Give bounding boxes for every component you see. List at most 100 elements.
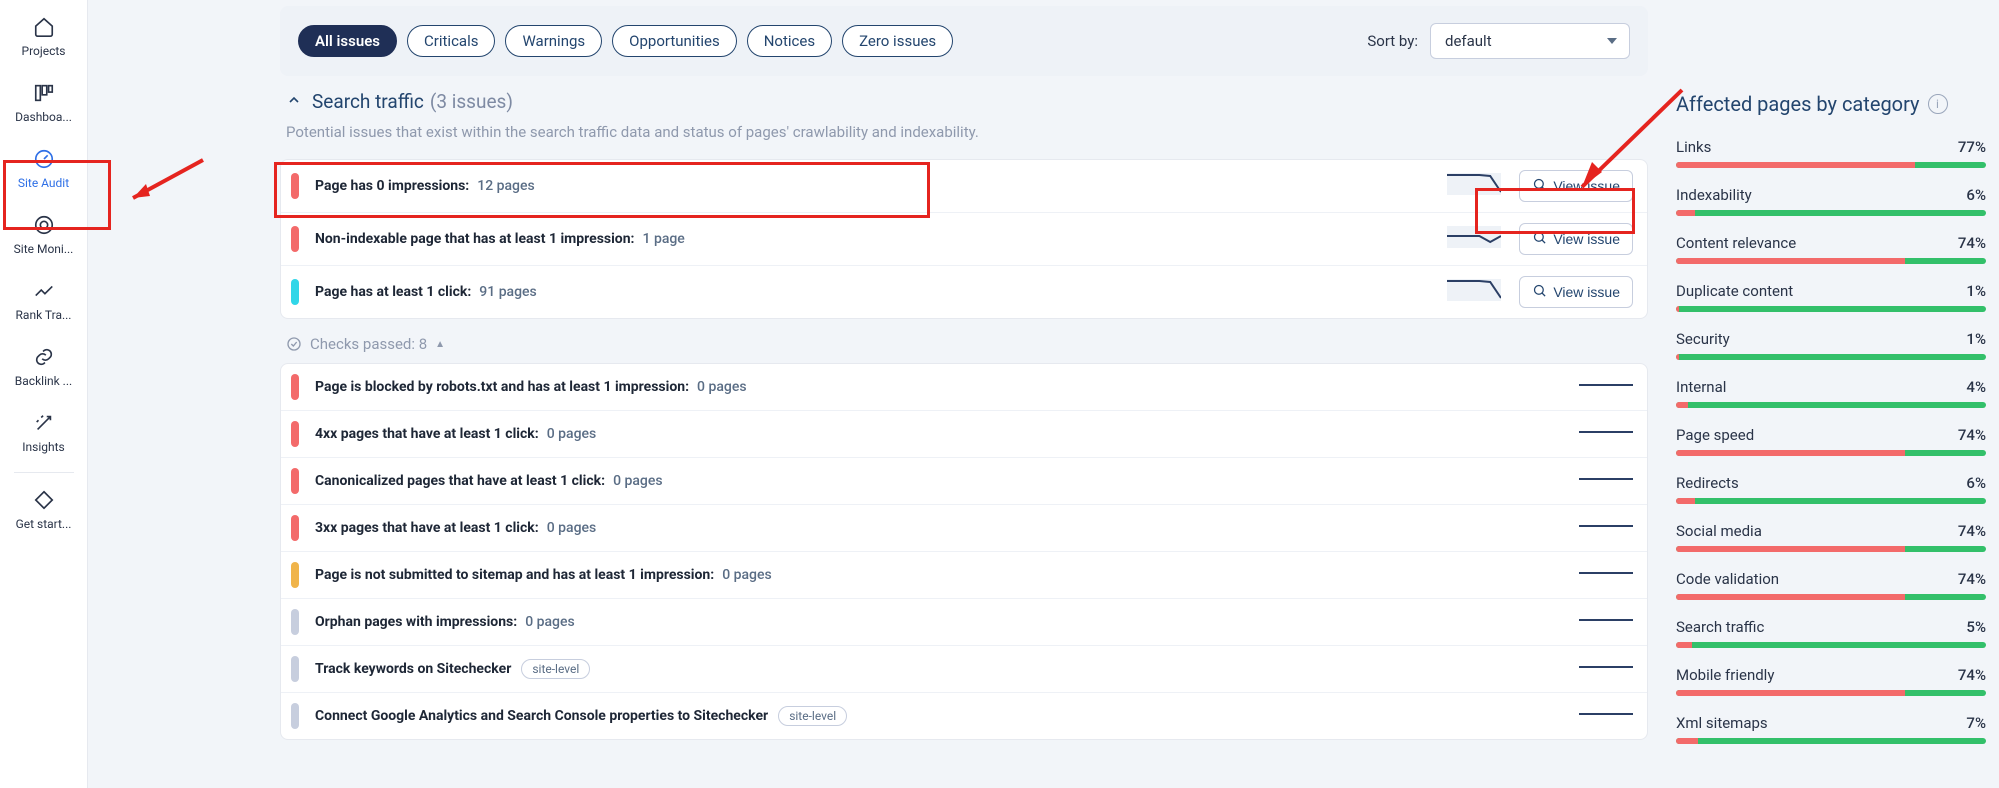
category-row[interactable]: Duplicate content 1% — [1676, 282, 1986, 312]
severity-indicator — [291, 468, 299, 494]
view-issue-label: View issue — [1553, 178, 1620, 194]
nav-divider — [14, 472, 74, 473]
issue-row[interactable]: Connect Google Analytics and Search Cons… — [281, 692, 1647, 739]
site-level-tag: site-level — [521, 659, 590, 679]
category-name: Code validation — [1676, 570, 1779, 588]
issue-row[interactable]: Page has at least 1 click: 91 pages View… — [281, 265, 1647, 318]
category-row[interactable]: Redirects 6% — [1676, 474, 1986, 504]
issue-title: Orphan pages with impressions: — [315, 614, 517, 630]
issue-row[interactable]: 4xx pages that have at least 1 click: 0 … — [281, 410, 1647, 457]
caret-up-icon: ▲ — [435, 339, 445, 350]
category-name: Mobile friendly — [1676, 666, 1774, 684]
category-row[interactable]: Internal 4% — [1676, 378, 1986, 408]
active-issues-list: Page has 0 impressions: 12 pages View is… — [280, 159, 1648, 319]
issue-row[interactable]: Page is blocked by robots.txt and has at… — [281, 364, 1647, 410]
category-pct: 74% — [1958, 426, 1986, 444]
category-bar — [1676, 354, 1986, 360]
issue-title: Page is blocked by robots.txt and has at… — [315, 379, 689, 395]
checks-passed-toggle[interactable]: Checks passed: 8 ▲ — [286, 335, 1648, 353]
severity-indicator — [291, 515, 299, 541]
category-bar — [1676, 210, 1986, 216]
home-icon — [33, 16, 55, 38]
filter-warnings[interactable]: Warnings — [505, 25, 602, 57]
issue-pages: 91 pages — [479, 284, 536, 300]
issue-row[interactable]: Track keywords on Sitechecker site-level — [281, 645, 1647, 692]
nav-backlink[interactable]: Backlink ... — [5, 336, 83, 396]
category-bar — [1676, 306, 1986, 312]
category-pct: 4% — [1966, 378, 1986, 396]
nav-rank-tracker[interactable]: Rank Tra... — [5, 270, 83, 330]
category-row[interactable]: Mobile friendly 74% — [1676, 666, 1986, 696]
category-pct: 74% — [1958, 522, 1986, 540]
category-row[interactable]: Page speed 74% — [1676, 426, 1986, 456]
sort-select[interactable]: default — [1430, 23, 1630, 59]
category-row[interactable]: Indexability 6% — [1676, 186, 1986, 216]
info-icon[interactable]: i — [1928, 94, 1948, 114]
category-bar — [1676, 690, 1986, 696]
category-bar — [1676, 450, 1986, 456]
section-description: Potential issues that exist within the s… — [286, 123, 1648, 141]
site-level-tag: site-level — [778, 706, 847, 726]
search-icon — [1532, 230, 1547, 248]
nav-label: Backlink ... — [15, 374, 72, 388]
speed-icon — [33, 148, 55, 170]
issue-title: 3xx pages that have at least 1 click: — [315, 520, 539, 536]
diamond-icon — [33, 489, 55, 511]
issue-row[interactable]: 3xx pages that have at least 1 click: 0 … — [281, 504, 1647, 551]
severity-indicator — [291, 173, 299, 199]
filter-notices[interactable]: Notices — [747, 25, 832, 57]
issue-row[interactable]: Non-indexable page that has at least 1 i… — [281, 212, 1647, 265]
main-content: All issues Criticals Warnings Opportunit… — [280, 0, 1648, 788]
filter-all-issues[interactable]: All issues — [298, 25, 397, 57]
category-name: Content relevance — [1676, 234, 1796, 252]
sidebar: Projects Dashboa... Site Audit Site Moni… — [0, 0, 88, 788]
category-name: Security — [1676, 330, 1730, 348]
chevron-up-icon — [286, 92, 302, 112]
nav-site-monitor[interactable]: Site Moni... — [5, 204, 83, 264]
category-row[interactable]: Search traffic 5% — [1676, 618, 1986, 648]
category-row[interactable]: Xml sitemaps 7% — [1676, 714, 1986, 744]
check-circle-icon — [286, 336, 302, 352]
issue-row[interactable]: Canonicalized pages that have at least 1… — [281, 457, 1647, 504]
view-issue-label: View issue — [1553, 231, 1620, 247]
section-header[interactable]: Search traffic (3 issues) — [286, 90, 1648, 113]
severity-indicator — [291, 562, 299, 588]
nav-label: Site Audit — [18, 176, 69, 190]
nav-insights[interactable]: Insights — [5, 402, 83, 462]
nav-dashboard[interactable]: Dashboa... — [5, 72, 83, 132]
issue-row[interactable]: Orphan pages with impressions: 0 pages — [281, 598, 1647, 645]
nav-projects[interactable]: Projects — [5, 6, 83, 66]
category-row[interactable]: Security 1% — [1676, 330, 1986, 360]
category-bar — [1676, 258, 1986, 264]
sparkline — [1447, 279, 1501, 305]
filter-criticals[interactable]: Criticals — [407, 25, 495, 57]
section-count: (3 issues) — [430, 90, 513, 113]
annotation-arrow-sidebar — [118, 150, 208, 210]
category-row[interactable]: Content relevance 74% — [1676, 234, 1986, 264]
issue-row[interactable]: Page is not submitted to sitemap and has… — [281, 551, 1647, 598]
view-issue-button[interactable]: View issue — [1519, 276, 1633, 308]
filter-zero-issues[interactable]: Zero issues — [842, 25, 953, 57]
severity-indicator — [291, 703, 299, 729]
category-pct: 74% — [1958, 666, 1986, 684]
issue-row[interactable]: Page has 0 impressions: 12 pages View is… — [281, 160, 1647, 212]
severity-indicator — [291, 609, 299, 635]
sort-label: Sort by: — [1367, 32, 1418, 50]
issue-title: Page is not submitted to sitemap and has… — [315, 567, 714, 583]
issue-pages: 0 pages — [722, 567, 772, 583]
filter-opportunities[interactable]: Opportunities — [612, 25, 737, 57]
issue-pages: 0 pages — [547, 426, 597, 442]
view-issue-button[interactable]: View issue — [1519, 223, 1633, 255]
category-row[interactable]: Code validation 74% — [1676, 570, 1986, 600]
category-pct: 1% — [1966, 330, 1986, 348]
nav-get-started[interactable]: Get start... — [5, 479, 83, 539]
view-issue-button[interactable]: View issue — [1519, 170, 1633, 202]
category-row[interactable]: Social media 74% — [1676, 522, 1986, 552]
category-pct: 7% — [1966, 714, 1986, 732]
panel-title: Affected pages by category i — [1676, 92, 1986, 116]
filter-bar: All issues Criticals Warnings Opportunit… — [280, 6, 1648, 76]
category-bar — [1676, 498, 1986, 504]
category-row[interactable]: Links 77% — [1676, 138, 1986, 168]
nav-site-audit[interactable]: Site Audit — [5, 138, 83, 198]
severity-indicator — [291, 374, 299, 400]
